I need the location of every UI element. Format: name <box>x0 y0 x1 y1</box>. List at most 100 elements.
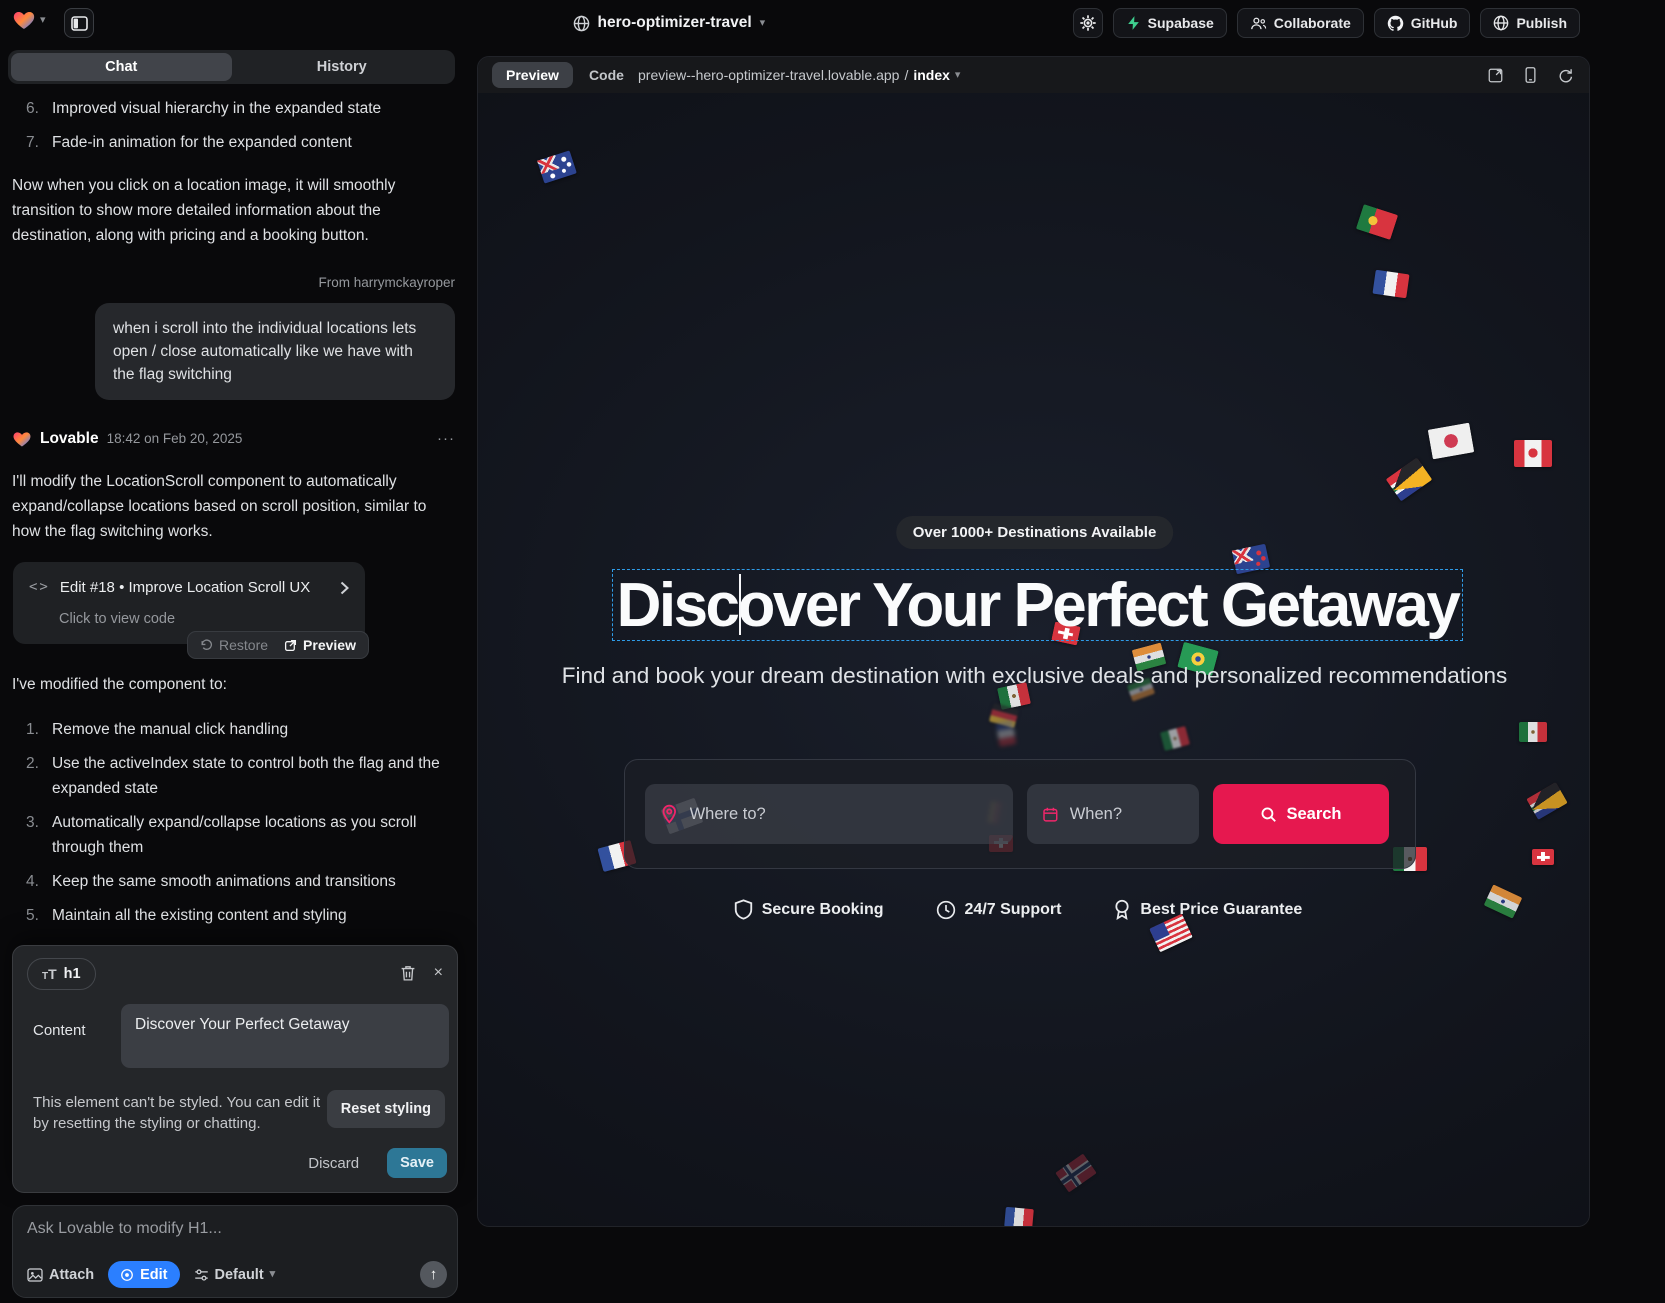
numbered-list: 1. Remove the manual click handling 2. U… <box>12 717 455 928</box>
reset-styling-button[interactable]: Reset styling <box>327 1090 445 1128</box>
url-bar[interactable]: preview--hero-optimizer-travel.lovable.a… <box>638 57 960 93</box>
prompt-input[interactable] <box>25 1214 445 1244</box>
globe-icon <box>1493 15 1509 31</box>
list-number: 5. <box>26 903 52 928</box>
gear-icon <box>1080 15 1096 31</box>
github-icon <box>1387 15 1404 32</box>
flag-france-icon <box>1372 270 1409 298</box>
preview-button[interactable]: Preview <box>284 633 356 658</box>
people-icon <box>1250 16 1267 31</box>
content-label: Content <box>33 1022 86 1039</box>
flag-switzerland-icon <box>1532 849 1554 865</box>
assistant-name: Lovable <box>40 426 99 451</box>
open-in-new-tab-icon[interactable] <box>1488 68 1503 83</box>
feature-best-price: Best Price Guarantee <box>1113 899 1302 920</box>
list-item: 1. Remove the manual click handling <box>26 717 455 742</box>
discard-button[interactable]: Discard <box>302 1154 365 1173</box>
chat-thread: 6. Improved visual hierarchy in the expa… <box>12 96 455 937</box>
content-field[interactable]: Discover Your Perfect Getaway <box>121 1004 449 1068</box>
collaborate-button[interactable]: Collaborate <box>1237 8 1364 38</box>
publish-label: Publish <box>1516 15 1567 31</box>
tab-history[interactable]: History <box>232 53 453 81</box>
close-icon[interactable]: × <box>434 964 443 982</box>
flag-canada-icon <box>1514 440 1552 467</box>
save-button[interactable]: Save <box>387 1148 447 1178</box>
restore-label: Restore <box>219 633 268 658</box>
list-item: 6. Improved visual hierarchy in the expa… <box>26 96 455 121</box>
list-item: 2. Use the activeIndex state to control … <box>26 751 455 801</box>
lovable-logo[interactable]: ▾ <box>12 8 46 32</box>
calendar-icon <box>1043 805 1058 824</box>
element-style-panel: TT h1 × Content Discover Your Perfect Ge… <box>12 945 458 1193</box>
flag-mexico-icon <box>1160 725 1190 750</box>
edit-mode-button[interactable]: Edit <box>108 1261 179 1288</box>
supabase-button[interactable]: Supabase <box>1113 8 1227 38</box>
flag-norway-icon <box>1055 1153 1097 1192</box>
default-label: Default <box>215 1267 264 1283</box>
chevron-right-icon <box>340 581 349 595</box>
attach-button[interactable]: Attach <box>23 1263 98 1287</box>
topbar-actions: Supabase Collaborate GitHub Publish <box>1073 8 1580 38</box>
send-button[interactable]: ↑ <box>420 1261 447 1288</box>
github-label: GitHub <box>1411 15 1458 31</box>
restore-button[interactable]: Restore <box>200 633 268 658</box>
chevron-down-icon: ▾ <box>760 18 766 29</box>
style-note: This element can't be styled. You can ed… <box>33 1092 333 1134</box>
hero-title[interactable]: Discover Your Perfect Getaway <box>617 570 1459 641</box>
award-icon <box>1113 899 1131 920</box>
where-to-field[interactable] <box>645 784 1013 844</box>
when-input[interactable] <box>1068 804 1183 825</box>
where-to-input[interactable] <box>688 804 997 825</box>
text-type-icon: TT <box>42 966 57 983</box>
project-selector[interactable]: hero-optimizer-travel ▾ <box>573 0 766 46</box>
list-number: 6. <box>26 96 52 121</box>
list-text: Use the activeIndex state to control bot… <box>52 751 455 801</box>
features-row: Secure Booking 24/7 Support Best Price G… <box>478 899 1558 920</box>
globe-icon <box>573 15 590 32</box>
user-message-bubble: when i scroll into the individual locati… <box>95 303 455 400</box>
feature-label: Secure Booking <box>762 901 884 919</box>
feature-support: 24/7 Support <box>936 899 1062 920</box>
github-button[interactable]: GitHub <box>1374 8 1471 38</box>
search-button[interactable]: Search <box>1213 784 1389 844</box>
trash-icon[interactable] <box>400 965 416 982</box>
edit-card-title: Edit #18 • Improve Location Scroll UX <box>60 575 310 600</box>
tab-code[interactable]: Code <box>589 67 624 83</box>
flag-south-africa-icon <box>1526 782 1567 820</box>
destinations-badge: Over 1000+ Destinations Available <box>896 516 1174 549</box>
attach-label: Attach <box>49 1267 94 1283</box>
feature-label: 24/7 Support <box>965 901 1062 919</box>
tab-chat[interactable]: Chat <box>11 53 232 81</box>
model-default-button[interactable]: Default ▾ <box>190 1263 280 1287</box>
list-text: Automatically expand/collapse locations … <box>52 810 455 860</box>
list-text: Remove the manual click handling <box>52 717 288 742</box>
search-icon <box>1260 806 1277 823</box>
code-icon: <> <box>29 575 50 600</box>
feature-secure-booking: Secure Booking <box>734 899 884 920</box>
hero-subtitle: Find and book your dream destination wit… <box>478 663 1590 689</box>
restore-icon <box>200 639 213 652</box>
refresh-icon[interactable] <box>1558 68 1573 83</box>
element-tag-pill[interactable]: TT h1 <box>27 958 96 990</box>
publish-button[interactable]: Publish <box>1480 8 1580 38</box>
message-timestamp: 18:42 on Feb 20, 2025 <box>107 426 243 451</box>
shield-icon <box>734 899 753 920</box>
mobile-view-icon[interactable] <box>1525 67 1536 83</box>
location-pin-icon <box>661 804 678 824</box>
preview-pane: Preview Code preview--hero-optimizer-tra… <box>477 56 1590 1227</box>
edit-card-wrap: <> Edit #18 • Improve Location Scroll UX… <box>12 562 455 658</box>
search-bar: Search <box>624 759 1416 869</box>
settings-button[interactable] <box>1073 8 1103 38</box>
when-field[interactable] <box>1027 784 1199 844</box>
tab-preview[interactable]: Preview <box>492 62 573 88</box>
sidebar-toggle-button[interactable] <box>64 8 94 38</box>
flag-australia-icon <box>537 150 577 183</box>
edit-card-subtitle: Click to view code <box>59 607 349 632</box>
element-tag-label: h1 <box>64 966 81 982</box>
url-separator: / <box>904 67 908 83</box>
list-number: 4. <box>26 869 52 894</box>
list-text: Maintain all the existing content and st… <box>52 903 347 928</box>
message-menu-button[interactable]: ··· <box>437 426 455 451</box>
sliders-icon <box>194 1268 209 1282</box>
list-item: 5. Maintain all the existing content and… <box>26 903 455 928</box>
